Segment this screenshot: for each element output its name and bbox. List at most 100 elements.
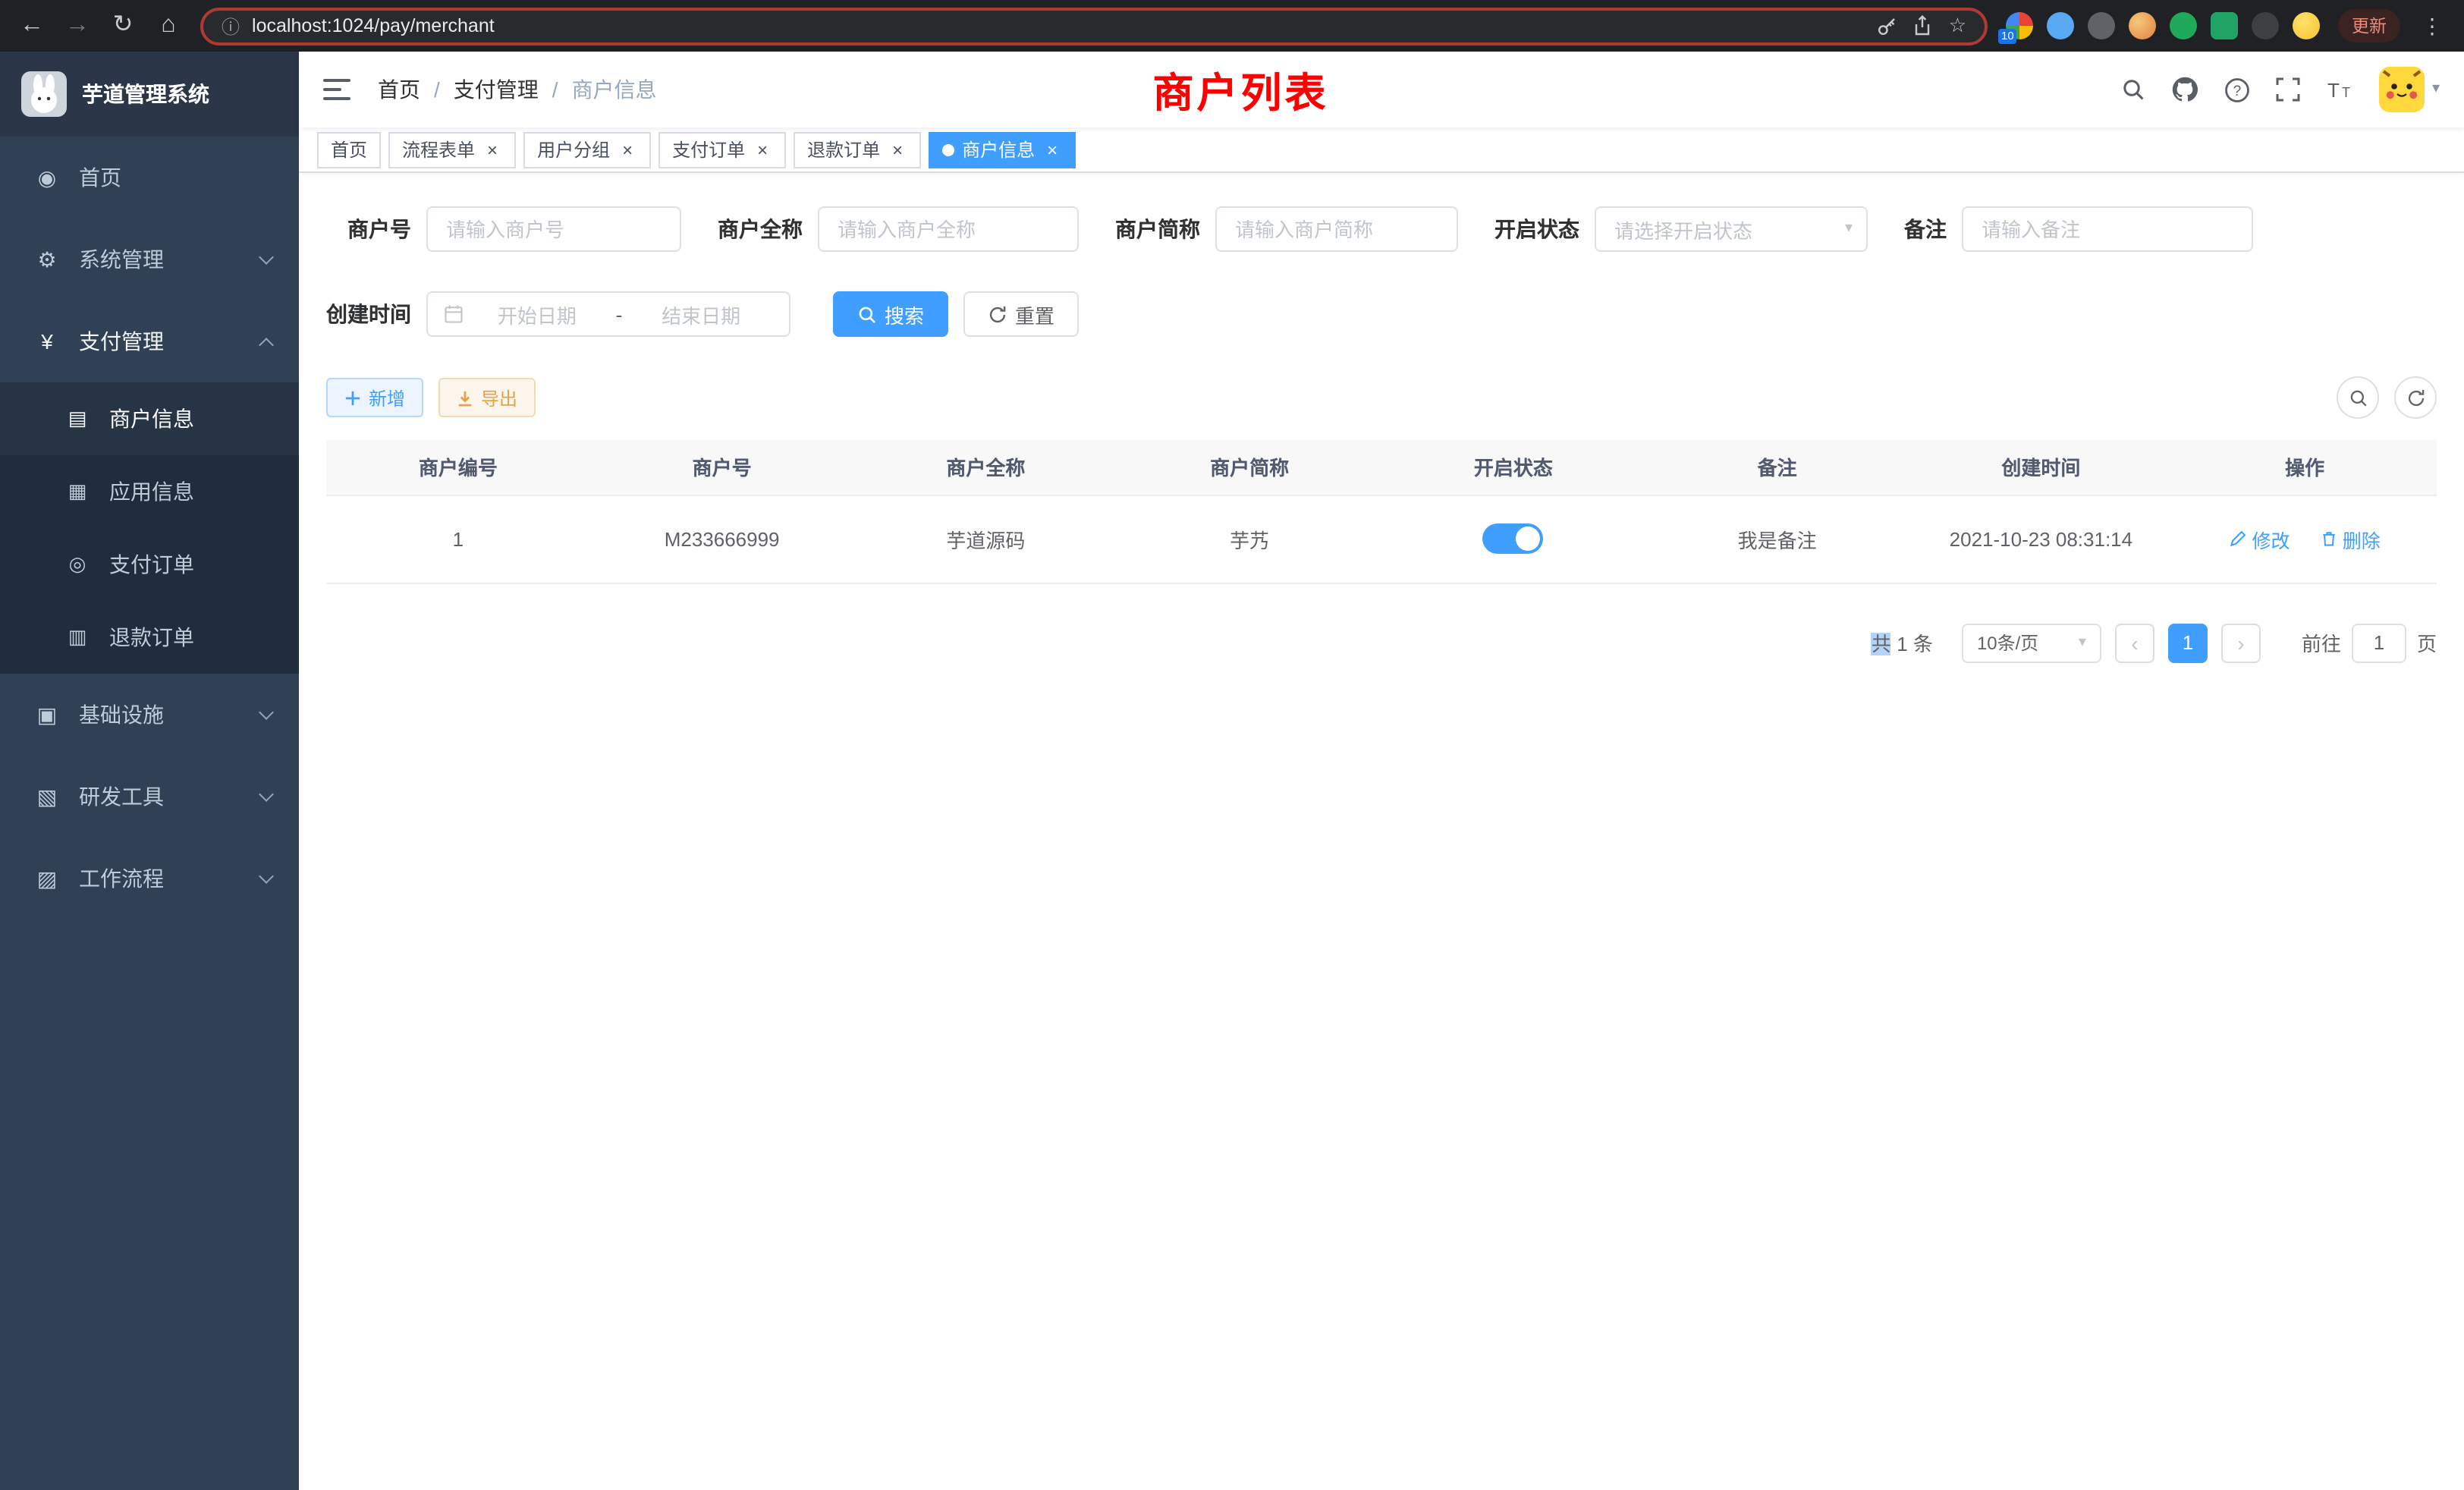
full-name-input[interactable]	[818, 206, 1079, 252]
sidebar-item-dev-tools[interactable]: ▧ 研发工具	[0, 756, 299, 838]
sidebar-item-infrastructure[interactable]: ▣ 基础设施	[0, 674, 299, 756]
extension-pin-icon[interactable]	[2252, 12, 2279, 39]
merchant-no-label: 商户号	[326, 214, 411, 244]
bookmark-star-icon[interactable]: ☆	[1949, 14, 1966, 38]
app-grid-icon: ▦	[64, 479, 91, 504]
goto-label: 前往	[2302, 628, 2341, 657]
sidebar-item-payment[interactable]: ¥ 支付管理	[0, 300, 299, 382]
page-size-select[interactable]: 10条/页 ▾	[1962, 623, 2101, 662]
sidebar-item-merchant-info[interactable]: ▤ 商户信息	[0, 382, 299, 455]
remark-input[interactable]	[1962, 206, 2253, 252]
end-date-placeholder: 结束日期	[628, 300, 774, 328]
pencil-icon	[2229, 530, 2247, 548]
short-name-input[interactable]	[1215, 206, 1458, 252]
add-button[interactable]: 新增	[326, 378, 423, 417]
search-icon	[857, 304, 877, 324]
page-1-button[interactable]: 1	[2168, 623, 2208, 662]
tab-merchant-info[interactable]: 商户信息 ×	[929, 131, 1076, 168]
screen: ← → ↻ ⌂ ⓘ localhost:1024/pay/merchant ☆ …	[0, 0, 2464, 1490]
cell-merchant-id: 1	[326, 495, 590, 583]
sidebar-fold-icon[interactable]	[323, 79, 350, 100]
sidebar-item-label: 支付管理	[79, 326, 164, 357]
app-logo[interactable]: 芋道管理系统	[0, 52, 299, 137]
prev-page-button[interactable]: ‹	[2115, 623, 2154, 662]
close-icon[interactable]: ×	[482, 140, 502, 159]
sidebar-item-home[interactable]: ◉ 首页	[0, 137, 299, 218]
tab-user-group[interactable]: 用户分组 ×	[523, 131, 651, 168]
merchant-no-input[interactable]	[426, 206, 681, 252]
sidebar-item-label: 应用信息	[109, 476, 194, 507]
search-button[interactable]: 搜索	[833, 291, 948, 337]
close-icon[interactable]: ×	[753, 140, 772, 159]
refresh-table-button[interactable]	[2394, 376, 2437, 419]
close-icon[interactable]: ×	[888, 140, 907, 159]
sidebar: 芋道管理系统 ◉ 首页 ⚙ 系统管理 ¥ 支付管理 ▤ 商户信息	[0, 52, 299, 1490]
browser-reload-icon[interactable]: ↻	[109, 14, 137, 38]
font-size-icon[interactable]: TT	[2326, 77, 2353, 102]
tab-label: 流程表单	[402, 137, 475, 162]
sidebar-item-pay-order[interactable]: ◎ 支付订单	[0, 528, 299, 601]
tab-label: 商户信息	[962, 137, 1035, 162]
extension-green-square-icon[interactable]	[2211, 12, 2238, 39]
export-button[interactable]: 导出	[438, 378, 536, 417]
refresh-icon	[988, 304, 1007, 324]
sidebar-item-refund-order[interactable]: ▥ 退款订单	[0, 601, 299, 674]
page-annotation: 商户列表	[1152, 60, 1328, 119]
search-button-label: 搜索	[885, 300, 924, 328]
tab-home[interactable]: 首页	[317, 131, 381, 168]
extension-smiley-icon[interactable]	[2293, 12, 2320, 39]
export-button-label: 导出	[481, 385, 517, 410]
status-select[interactable]: 请选择开启状态 ▾	[1595, 206, 1868, 252]
infrastructure-icon: ▣	[33, 702, 61, 728]
breadcrumb-payment[interactable]: 支付管理	[454, 74, 539, 105]
status-toggle[interactable]	[1483, 523, 1544, 554]
extension-blue-icon[interactable]	[2047, 12, 2074, 39]
password-key-icon[interactable]	[1878, 16, 1897, 36]
tab-refund-order[interactable]: 退款订单 ×	[794, 131, 921, 168]
sidebar-item-workflow[interactable]: ▨ 工作流程	[0, 838, 299, 919]
toggle-search-button[interactable]	[2337, 376, 2379, 419]
chevron-down-icon	[259, 249, 274, 264]
browser-back-icon[interactable]: ←	[18, 14, 46, 38]
sidebar-item-app-info[interactable]: ▦ 应用信息	[0, 455, 299, 528]
tab-pay-order[interactable]: 支付订单 ×	[658, 131, 786, 168]
gear-icon: ⚙	[33, 247, 61, 272]
site-info-icon[interactable]: ⓘ	[222, 13, 240, 39]
next-page-button[interactable]: ›	[2221, 623, 2261, 662]
create-time-range-input[interactable]: 开始日期 - 结束日期	[426, 291, 790, 337]
edit-link[interactable]: 修改	[2229, 524, 2290, 553]
browser-menu-icon[interactable]: ⋮	[2418, 13, 2446, 39]
delete-link[interactable]: 删除	[2320, 524, 2381, 553]
address-bar[interactable]: ⓘ localhost:1024/pay/merchant ☆	[200, 7, 1988, 45]
user-menu[interactable]: ▾	[2379, 67, 2440, 112]
breadcrumb-home[interactable]: 首页	[378, 74, 420, 105]
sidebar-item-system[interactable]: ⚙ 系统管理	[0, 218, 299, 300]
goto-page-input[interactable]	[2352, 623, 2406, 662]
pagination-total: 共 1 条	[1872, 628, 1933, 657]
extension-avatar-icon[interactable]	[2129, 12, 2156, 39]
browser-home-icon[interactable]: ⌂	[155, 14, 182, 38]
breadcrumb-current: 商户信息	[572, 74, 657, 105]
chevron-down-icon	[259, 868, 274, 883]
reset-button[interactable]: 重置	[963, 291, 1079, 337]
share-icon[interactable]	[1914, 15, 1932, 36]
extension-colorwheel-icon[interactable]: 10	[2006, 12, 2033, 39]
extension-dark-icon[interactable]	[2088, 12, 2115, 39]
browser-forward-icon[interactable]: →	[64, 14, 91, 38]
cell-remark: 我是备注	[1645, 495, 1909, 583]
close-icon[interactable]: ×	[1042, 140, 1062, 159]
close-icon[interactable]: ×	[618, 140, 637, 159]
github-icon[interactable]	[2171, 76, 2198, 103]
browser-update-button[interactable]: 更新	[2338, 9, 2400, 42]
table-toolbar: 新增 导出	[326, 376, 2437, 419]
search-icon[interactable]	[2121, 77, 2145, 102]
trash-icon	[2320, 530, 2338, 548]
filter-row-1: 商户号 商户全称 商户简称 开启状态 请选择开启状态	[326, 206, 2437, 252]
tab-process-form[interactable]: 流程表单 ×	[388, 131, 516, 168]
user-avatar	[2379, 67, 2425, 112]
extension-green-circle-icon[interactable]	[2170, 12, 2197, 39]
help-icon[interactable]: ?	[2224, 77, 2250, 102]
fullscreen-icon[interactable]	[2276, 77, 2300, 102]
breadcrumb-separator: /	[434, 77, 440, 102]
svg-text:T: T	[2342, 85, 2350, 100]
